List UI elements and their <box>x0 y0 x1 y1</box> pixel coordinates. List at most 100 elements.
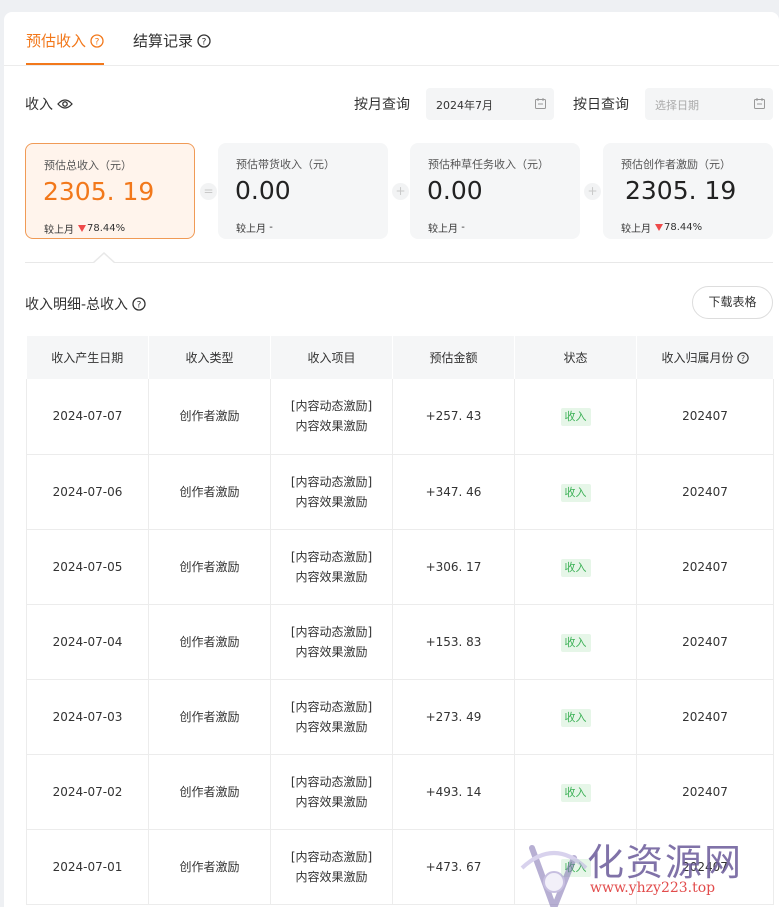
column-header: 状态 <box>514 336 637 379</box>
table-row: 2024-07-02 创作者激励 [内容动态激励] 内容效果激励 +493. 14 收入 2… <box>26 754 774 830</box>
item-line: 内容效果激励 <box>295 419 368 434</box>
type-cell: 创作者激励 <box>148 754 271 830</box>
income-section-title: 收入 <box>25 94 73 114</box>
tab-bar: 预估收入 ? 结算记录 ? <box>4 12 779 66</box>
card-value: 2305. 19 <box>625 176 737 205</box>
watermark-text: 化资源网 <box>587 841 743 884</box>
amount-cell: +347. 46 <box>392 454 515 530</box>
column-header: 收入产生日期 <box>26 336 149 379</box>
card-title: 预估带货收入（元） <box>236 158 335 171</box>
type-cell: 创作者激励 <box>148 604 271 680</box>
item-line: [内容动态激励] <box>290 699 373 714</box>
column-header: 收入项目 <box>270 336 393 379</box>
item-line: [内容动态激励] <box>290 849 373 864</box>
table-row: 2024-07-03 创作者激励 [内容动态激励] 内容效果激励 +273. 49 收入 2… <box>26 679 774 755</box>
month-cell: 202407 <box>636 529 774 605</box>
compare-value: - <box>461 222 465 233</box>
month-picker[interactable]: 2024年7月 <box>426 88 554 120</box>
type-cell: 创作者激励 <box>148 829 271 905</box>
card-creator-incentive[interactable]: 预估创作者激励（元） 2305. 19 较上月 78.44% <box>603 143 773 239</box>
card-title: 预估创作者激励（元） <box>621 158 731 171</box>
card-seeding-task-income[interactable]: 预估种草任务收入（元） 0.00 较上月 - <box>410 143 580 239</box>
help-icon[interactable]: ? <box>90 33 104 48</box>
item-cell: [内容动态激励] 内容效果激励 <box>270 679 393 755</box>
tab-label: 预估收入 <box>26 32 87 50</box>
amount-cell: +306. 17 <box>392 529 515 605</box>
status-cell: 收入 <box>514 754 637 830</box>
column-header: 收入归属月份 <box>661 351 734 365</box>
table-row: 2024-07-05 创作者激励 [内容动态激励] 内容效果激励 +306. 17 收入 2… <box>26 529 774 605</box>
amount-cell: +153. 83 <box>392 604 515 680</box>
item-cell: [内容动态激励] 内容效果激励 <box>270 454 393 530</box>
calendar-icon <box>535 98 546 109</box>
date-cell: 2024-07-01 <box>26 829 149 905</box>
date-cell: 2024-07-06 <box>26 454 149 530</box>
amount-cell: +257. 43 <box>392 379 515 455</box>
item-cell: [内容动态激励] 内容效果激励 <box>270 829 393 905</box>
status-badge: 收入 <box>560 633 591 652</box>
card-compare: 较上月 78.44% <box>621 220 702 235</box>
download-table-button[interactable]: 下载表格 <box>692 286 773 319</box>
status-badge: 收入 <box>560 783 591 802</box>
table-header-row: 收入产生日期 收入类型 收入项目 预估金额 状态 收入归属月份? <box>26 336 774 379</box>
item-line: 内容效果激励 <box>295 494 368 509</box>
type-cell: 创作者激励 <box>148 529 271 605</box>
day-query-label: 按日查询 <box>573 97 629 113</box>
date-cell: 2024-07-02 <box>26 754 149 830</box>
item-cell: [内容动态激励] 内容效果激励 <box>270 529 393 605</box>
plus-operator: + <box>392 183 409 200</box>
compare-label: 较上月 <box>44 225 74 236</box>
item-line: [内容动态激励] <box>290 549 373 564</box>
card-value: 2305. 19 <box>43 177 155 206</box>
compare-value: - <box>269 222 273 233</box>
detail-section-title: 收入明细-总收入 ? <box>25 294 146 314</box>
table-row: 2024-07-04 创作者激励 [内容动态激励] 内容效果激励 +153. 83 收入 2… <box>26 604 774 680</box>
item-line: [内容动态激励] <box>290 624 373 639</box>
status-cell: 收入 <box>514 454 637 530</box>
item-line: 内容效果激励 <box>295 719 368 734</box>
help-icon[interactable]: ? <box>197 33 211 48</box>
income-title-text: 收入 <box>25 97 53 113</box>
detail-title-text: 收入明细-总收入 <box>25 297 129 313</box>
card-goods-income[interactable]: 预估带货收入（元） 0.00 较上月 - <box>218 143 388 239</box>
compare-value: 78.44% <box>87 223 126 234</box>
svg-text:?: ? <box>740 354 744 363</box>
card-compare: 较上月 - <box>428 220 465 235</box>
svg-text:?: ? <box>95 37 100 47</box>
item-cell: [内容动态激励] 内容效果激励 <box>270 379 393 455</box>
card-total-estimated-income[interactable]: 预估总收入（元） 2305. 19 较上月 78.44% <box>25 143 195 239</box>
item-line: 内容效果激励 <box>295 644 368 659</box>
tab-estimated-income[interactable]: 预估收入 ? <box>26 30 104 51</box>
item-line: [内容动态激励] <box>290 399 373 414</box>
type-cell: 创作者激励 <box>148 454 271 530</box>
status-badge: 收入 <box>560 558 591 577</box>
plus-operator: + <box>584 183 601 200</box>
help-icon[interactable]: ? <box>736 352 749 364</box>
item-cell: [内容动态激励] 内容效果激励 <box>270 604 393 680</box>
column-header: 预估金额 <box>392 336 515 379</box>
day-picker-placeholder: 选择日期 <box>655 99 699 112</box>
status-badge: 收入 <box>560 483 591 502</box>
status-cell: 收入 <box>514 379 637 455</box>
compare-label: 较上月 <box>236 224 266 235</box>
active-tab-indicator <box>26 63 104 65</box>
tab-settlement-records[interactable]: 结算记录 ? <box>133 30 211 51</box>
down-arrow-icon <box>655 224 663 231</box>
table-row: 2024-07-07 创作者激励 [内容动态激励] 内容效果激励 +257. 43 收入 2… <box>26 379 774 455</box>
column-header: 收入类型 <box>148 336 271 379</box>
card-value: 0.00 <box>235 176 291 205</box>
card-title: 预估种草任务收入（元） <box>428 158 549 171</box>
month-cell: 202407 <box>636 604 774 680</box>
status-cell: 收入 <box>514 604 637 680</box>
eye-icon[interactable] <box>57 98 73 110</box>
card-value: 0.00 <box>427 176 483 205</box>
month-cell: 202407 <box>636 679 774 755</box>
item-line: [内容动态激励] <box>290 474 373 489</box>
day-picker[interactable]: 选择日期 <box>645 88 773 120</box>
item-line: 内容效果激励 <box>295 569 368 584</box>
amount-cell: +273. 49 <box>392 679 515 755</box>
help-icon[interactable]: ? <box>132 297 146 311</box>
date-cell: 2024-07-07 <box>26 379 149 455</box>
item-line: 内容效果激励 <box>295 794 368 809</box>
amount-cell: +493. 14 <box>392 754 515 830</box>
